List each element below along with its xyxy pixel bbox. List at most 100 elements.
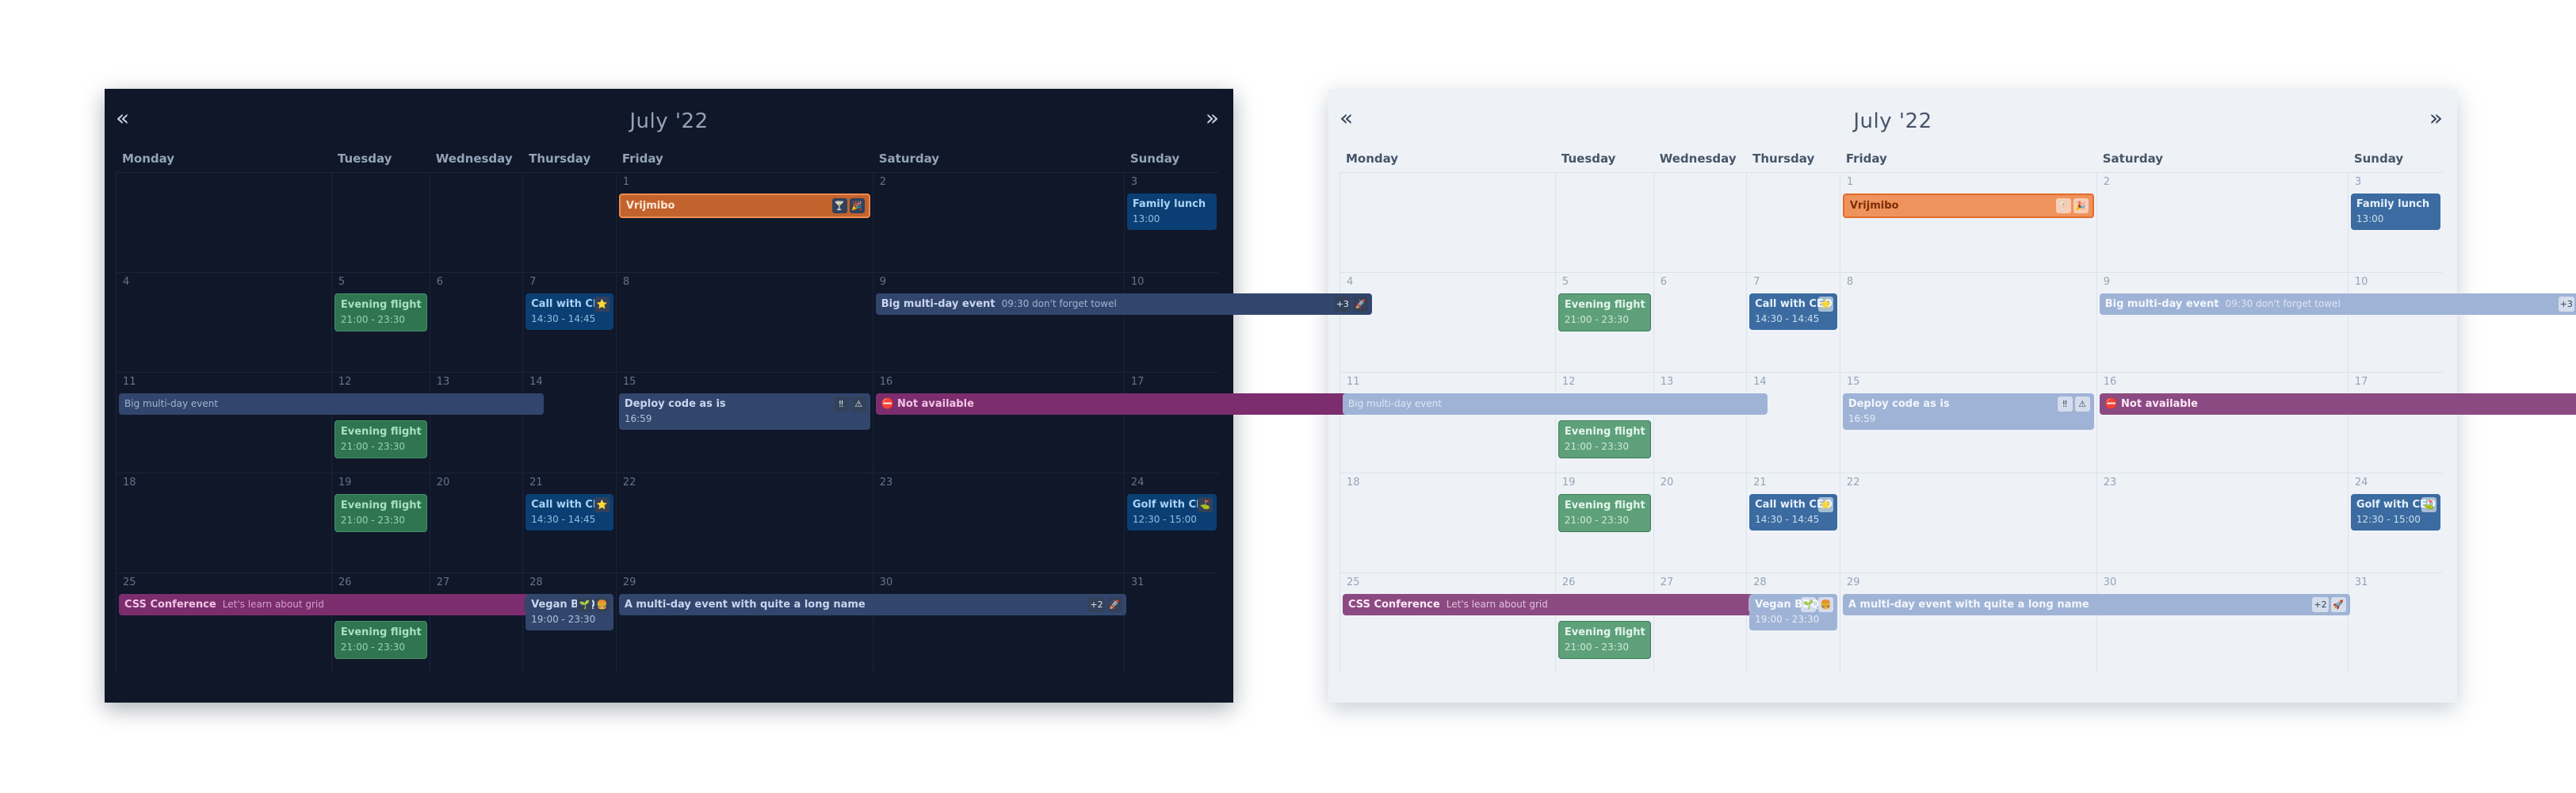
event-evening-flight[interactable]: Evening flight 21:00 - 23:30 bbox=[1557, 493, 1651, 532]
day-cell[interactable]: 8 bbox=[1839, 272, 2096, 373]
day-cell[interactable]: 5 Evening flight 21:00 - 23:30 bbox=[1554, 272, 1653, 373]
event-call-with-ceo[interactable]: Call with CEO 14:30 - 14:45 ⭐ bbox=[526, 493, 613, 531]
event-evening-flight[interactable]: Evening flight 21:00 - 23:30 bbox=[1557, 420, 1651, 459]
day-cell[interactable]: 20 bbox=[429, 472, 523, 573]
more-count-badge[interactable]: +2 bbox=[2312, 596, 2329, 612]
event-vegan-bbq[interactable]: Vegan BBQ 19:00 - 23:30 🌱 🍔 bbox=[1749, 593, 1837, 630]
event-big-multi-day[interactable]: Big multi-day event 09:30 don't forget t… bbox=[2099, 293, 2576, 316]
event-big-multi-day-continued[interactable]: Big multi-day event bbox=[1343, 393, 1768, 416]
day-cell[interactable]: 25 CSS Conference Let's learn about grid… bbox=[116, 572, 544, 672]
event-not-available[interactable]: ⛔ Not available bbox=[875, 393, 1372, 416]
day-cell[interactable]: 30 bbox=[2096, 572, 2348, 672]
day-cell[interactable]: 10 bbox=[1123, 272, 1219, 373]
day-cell[interactable]: 9 Big multi-day event 09:30 don't forget… bbox=[872, 272, 1372, 373]
day-cell[interactable]: 18 bbox=[1340, 472, 1555, 573]
day-cell[interactable]: 14 bbox=[1746, 372, 1840, 473]
day-cell[interactable]: 31 bbox=[2347, 572, 2443, 672]
event-call-with-ceo[interactable]: Call with CEO 14:30 - 14:45 ⭐ bbox=[1749, 293, 1837, 331]
event-family-lunch[interactable]: Family lunch 13:00 bbox=[2350, 193, 2440, 230]
day-cell[interactable]: 28 Vegan BBQ 19:00 - 23:30 🌱 🍔 bbox=[522, 572, 616, 672]
day-cell[interactable]: 22 bbox=[615, 472, 873, 573]
more-count-badge[interactable]: +3 bbox=[2558, 297, 2574, 312]
day-cell[interactable]: 19 Evening flight 21:00 - 23:30 bbox=[331, 472, 430, 573]
day-cell[interactable]: 17 bbox=[1123, 372, 1219, 473]
day-cell[interactable]: 2 bbox=[2096, 172, 2348, 273]
day-cell[interactable]: 30 bbox=[872, 572, 1124, 672]
day-cell[interactable]: 20 bbox=[1653, 472, 1747, 573]
event-vrijmibo[interactable]: Vrijmibo 🍸 🎉 bbox=[618, 193, 870, 218]
day-cell[interactable]: 22 bbox=[1839, 472, 2096, 573]
day-cell[interactable]: 29 A multi-day event with quite a long n… bbox=[615, 572, 1126, 672]
day-cell[interactable]: 23 bbox=[2096, 472, 2348, 573]
day-cell[interactable]: 6 bbox=[429, 272, 523, 373]
event-big-multi-day[interactable]: Big multi-day event 09:30 don't forget t… bbox=[875, 293, 1372, 316]
event-evening-flight[interactable]: Evening flight 21:00 - 23:30 bbox=[1557, 293, 1651, 332]
day-cell[interactable]: 27 bbox=[1653, 572, 1747, 672]
day-cell[interactable]: 17 bbox=[2347, 372, 2443, 473]
day-cell[interactable]: 18 bbox=[116, 472, 331, 573]
event-deploy-code[interactable]: Deploy code as is 16:59 ‼ ⚠ bbox=[618, 393, 870, 431]
day-cell[interactable]: 13 bbox=[429, 372, 523, 473]
day-cell[interactable]: 3 Family lunch 13:00 bbox=[1123, 172, 1219, 273]
next-month-button[interactable]: » bbox=[2429, 106, 2443, 130]
event-multi-day-long-name[interactable]: A multi-day event with quite a long name… bbox=[618, 593, 1126, 615]
day-cell[interactable]: 25 CSS Conference Let's learn about grid… bbox=[1340, 572, 1768, 672]
event-css-conference[interactable]: CSS Conference Let's learn about grid 😄 bbox=[119, 593, 544, 615]
event-evening-flight[interactable]: Evening flight 21:00 - 23:30 bbox=[1557, 620, 1651, 659]
event-multi-day-long-name[interactable]: A multi-day event with quite a long name… bbox=[1842, 593, 2350, 615]
event-vrijmibo[interactable]: Vrijmibo 🍸 🎉 bbox=[1842, 193, 2094, 218]
day-cell[interactable]: 14 bbox=[522, 372, 616, 473]
event-not-available[interactable]: ⛔ Not available bbox=[2099, 393, 2576, 416]
event-golf-with-ceo[interactable]: Golf with CEO 12:30 - 15:00 ⛳ bbox=[1126, 493, 1217, 531]
day-cell[interactable]: 9 Big multi-day event 09:30 don't forget… bbox=[2096, 272, 2576, 373]
day-cell[interactable]: 3 Family lunch 13:00 bbox=[2347, 172, 2443, 273]
event-css-conference[interactable]: CSS Conference Let's learn about grid 😄 bbox=[1343, 593, 1768, 615]
day-cell[interactable]: 15 Deploy code as is 16:59 ‼ ⚠ bbox=[1839, 372, 2096, 473]
day-cell[interactable]: 26 Evening flight 21:00 - 23:30 bbox=[331, 572, 430, 672]
day-cell[interactable]: 12 Evening flight 21:00 - 23:30 bbox=[331, 372, 430, 473]
day-cell[interactable]: 26 Evening flight 21:00 - 23:30 bbox=[1554, 572, 1653, 672]
day-cell[interactable]: 4 bbox=[1340, 272, 1555, 373]
day-cell[interactable]: 27 bbox=[429, 572, 523, 672]
day-cell[interactable]: 28 Vegan BBQ 19:00 - 23:30 🌱 🍔 bbox=[1746, 572, 1840, 672]
day-cell[interactable]: 4 bbox=[116, 272, 331, 373]
day-cell[interactable]: 7 Call with CEO 14:30 - 14:45 ⭐ bbox=[522, 272, 616, 373]
day-cell[interactable]: 13 bbox=[1653, 372, 1747, 473]
day-cell[interactable]: 19 Evening flight 21:00 - 23:30 bbox=[1554, 472, 1653, 573]
day-cell[interactable]: 11 Big multi-day event bbox=[1340, 372, 1768, 473]
day-cell[interactable]: 29 A multi-day event with quite a long n… bbox=[1839, 572, 2350, 672]
day-cell[interactable]: 8 bbox=[615, 272, 873, 373]
day-cell[interactable]: 21 Call with CEO 14:30 - 14:45 ⭐ bbox=[1746, 472, 1840, 573]
day-cell[interactable]: 31 bbox=[1123, 572, 1219, 672]
event-vegan-bbq[interactable]: Vegan BBQ 19:00 - 23:30 🌱 🍔 bbox=[526, 593, 613, 630]
event-big-multi-day-continued[interactable]: Big multi-day event bbox=[119, 393, 544, 416]
day-cell[interactable]: 1 Vrijmibo 🍸 🎉 bbox=[1839, 172, 2096, 273]
day-cell[interactable]: 7 Call with CEO 14:30 - 14:45 ⭐ bbox=[1746, 272, 1840, 373]
day-cell[interactable]: 10 bbox=[2347, 272, 2443, 373]
day-cell[interactable]: 21 Call with CEO 14:30 - 14:45 ⭐ bbox=[522, 472, 616, 573]
event-evening-flight[interactable]: Evening flight 21:00 - 23:30 bbox=[334, 493, 427, 532]
day-cell[interactable]: 5 Evening flight 21:00 - 23:30 bbox=[331, 272, 430, 373]
day-cell[interactable]: 6 bbox=[1653, 272, 1747, 373]
day-cell[interactable]: 24 Golf with CEO 12:30 - 15:00 ⛳ bbox=[1123, 472, 1219, 573]
day-cell[interactable]: 2 bbox=[872, 172, 1124, 273]
day-cell[interactable]: 12 Evening flight 21:00 - 23:30 bbox=[1554, 372, 1653, 473]
day-cell[interactable]: 1 Vrijmibo 🍸 🎉 bbox=[615, 172, 873, 273]
day-cell[interactable]: 11 Big multi-day event bbox=[116, 372, 544, 473]
event-evening-flight[interactable]: Evening flight 21:00 - 23:30 bbox=[334, 420, 427, 459]
event-golf-with-ceo[interactable]: Golf with CEO 12:30 - 15:00 ⛳ bbox=[2350, 493, 2440, 531]
day-cell[interactable]: 16 ⛔ Not available bbox=[2096, 372, 2576, 473]
event-call-with-ceo[interactable]: Call with CEO 14:30 - 14:45 ⭐ bbox=[526, 293, 613, 331]
event-deploy-code[interactable]: Deploy code as is 16:59 ‼ ⚠ bbox=[1842, 393, 2094, 431]
event-evening-flight[interactable]: Evening flight 21:00 - 23:30 bbox=[334, 293, 427, 332]
day-cell[interactable]: 23 bbox=[872, 472, 1124, 573]
day-cell[interactable]: 16 ⛔ Not available bbox=[872, 372, 1372, 473]
event-evening-flight[interactable]: Evening flight 21:00 - 23:30 bbox=[334, 620, 427, 659]
event-family-lunch[interactable]: Family lunch 13:00 bbox=[1126, 193, 1217, 230]
more-count-badge[interactable]: +3 bbox=[1334, 297, 1351, 312]
more-count-badge[interactable]: +2 bbox=[1088, 596, 1105, 612]
day-cell[interactable]: 15 Deploy code as is 16:59 ‼ ⚠ bbox=[615, 372, 873, 473]
next-month-button[interactable]: » bbox=[1206, 106, 1219, 130]
day-cell[interactable]: 24 Golf with CEO 12:30 - 15:00 ⛳ bbox=[2347, 472, 2443, 573]
event-call-with-ceo[interactable]: Call with CEO 14:30 - 14:45 ⭐ bbox=[1749, 493, 1837, 531]
